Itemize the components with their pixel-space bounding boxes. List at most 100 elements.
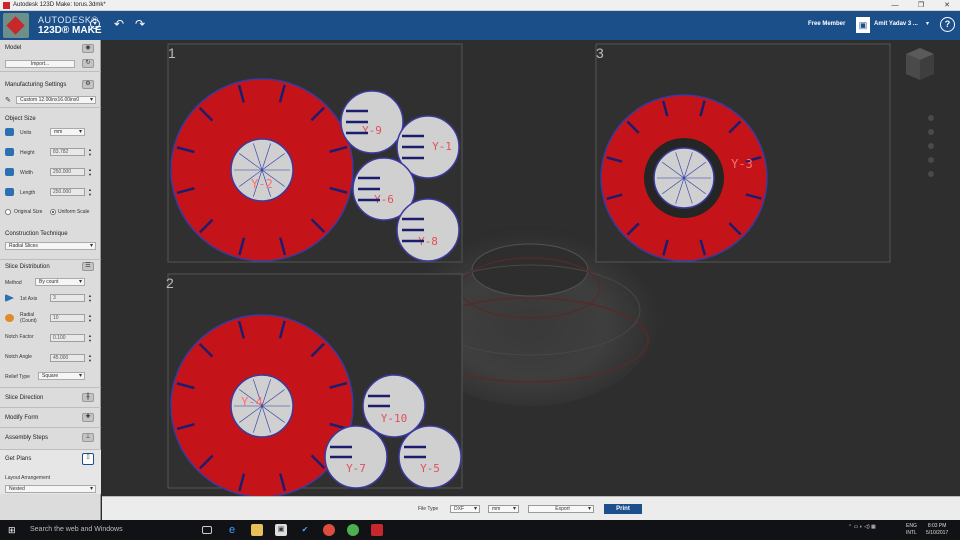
height-stepper[interactable]: ▲ ▼ — [87, 147, 93, 157]
import-button[interactable]: Import... — [5, 60, 75, 68]
layout-select[interactable]: Nested — [5, 485, 96, 493]
slice-label: Y-1 — [432, 140, 452, 153]
sheet-number: 2 — [166, 275, 174, 291]
section-title: Model — [5, 45, 22, 51]
slice-direction-icon[interactable]: ╫ — [82, 393, 94, 402]
slice-label: Y-5 — [420, 462, 440, 475]
original-size-radio[interactable] — [5, 209, 11, 215]
units-select[interactable]: mm — [50, 128, 85, 136]
axis-field[interactable]: 3 — [50, 294, 85, 302]
construction-title: Construction Technique — [5, 231, 68, 237]
notch-angle-field[interactable]: 45.000 — [50, 354, 85, 362]
modify-form-section[interactable]: Modify Form ✚ — [0, 408, 101, 428]
user-avatar-icon[interactable]: ▣ — [856, 17, 870, 33]
modify-form-icon[interactable]: ✚ — [82, 413, 94, 422]
edge-icon[interactable]: e — [226, 524, 238, 536]
method-label: Method — [5, 280, 22, 286]
slice-label: Y-3 — [731, 157, 753, 171]
axis-stepper[interactable]: ▲ ▼ — [87, 293, 93, 303]
nav-toolbar[interactable] — [928, 115, 934, 177]
windows-start-icon[interactable]: ⊞ — [8, 525, 18, 535]
locale-label: INTL — [906, 530, 917, 536]
redo-icon[interactable]: ↷ — [135, 17, 145, 31]
undo-icon[interactable]: ↶ — [114, 17, 124, 31]
sheet-2[interactable]: 2 Y-4 Y-10 Y-7 Y-5 — [166, 273, 463, 498]
construction-select[interactable]: Radial Slices — [5, 242, 96, 250]
pin-app-icon[interactable]: ✔ — [299, 524, 311, 536]
store-icon[interactable]: ▣ — [275, 524, 287, 536]
width-stepper[interactable]: ▲ ▼ — [87, 167, 93, 177]
export-button[interactable]: Export — [528, 505, 594, 513]
user-name[interactable]: Amit Yadav 3 ... — [874, 21, 918, 27]
slice-distribution-section: Slice Distribution ☰ Method By count 1st… — [0, 260, 101, 388]
green-app-icon[interactable] — [347, 524, 359, 536]
membership-label[interactable]: Free Member — [808, 21, 845, 27]
notch-factor-field[interactable]: 0.100 — [50, 334, 85, 342]
big-slice[interactable]: Y-4 — [170, 314, 354, 498]
pan-icon — [928, 115, 934, 121]
print-button[interactable]: Print — [604, 504, 642, 514]
file-type-select[interactable]: DXF — [450, 505, 480, 513]
notch-angle-label: Notch Angle — [5, 354, 32, 360]
minimize-button[interactable]: — — [882, 0, 908, 11]
viewport-canvas[interactable]: 1 Y-2 Y-9 Y-1 Y-6 Y-8 2 Y-4 Y-10 Y-7 Y-5… — [102, 40, 960, 498]
method-select[interactable]: By count — [35, 278, 85, 286]
pencil-icon[interactable]: ✎ — [5, 96, 11, 104]
eye-icon[interactable]: ◉ — [82, 44, 94, 53]
radial-field[interactable]: 10 — [50, 314, 85, 322]
radial-stepper[interactable]: ▲ ▼ — [87, 313, 93, 323]
height-icon — [5, 148, 14, 156]
list-icon[interactable]: ☰ — [82, 262, 94, 271]
tray-icons[interactable]: ⌃ ▭ ◐ ◁) ▦ — [848, 524, 876, 530]
close-button[interactable]: ✕ — [934, 0, 960, 11]
sheet-1[interactable]: 1 Y-2 Y-9 Y-1 Y-6 Y-8 — [167, 43, 463, 263]
taskbar-search[interactable]: Search the web and Windows — [30, 526, 123, 533]
assembly-icon[interactable]: ⊥ — [82, 433, 94, 442]
length-field[interactable]: 250.000 — [50, 188, 85, 196]
axis-icon — [5, 294, 14, 302]
slice-label: Y-9 — [362, 124, 382, 137]
sheet-3[interactable]: 3 Y-3 — [595, 43, 891, 263]
input-language[interactable]: ENG INTL — [906, 523, 917, 537]
home-icon — [928, 171, 934, 177]
assembly-section[interactable]: Assembly Steps ⊥ — [0, 428, 101, 450]
gear-icon[interactable]: ⚙ — [82, 80, 94, 89]
notch-factor-stepper[interactable]: ▲ ▼ — [87, 333, 93, 343]
viewport[interactable]: 1 Y-2 Y-9 Y-1 Y-6 Y-8 2 Y-4 Y-10 Y-7 Y-5… — [102, 40, 960, 498]
section-title: Slice Direction — [5, 395, 44, 401]
uniform-scale-radio[interactable] — [50, 209, 56, 215]
relief-type-label: Relief Type — [5, 374, 30, 380]
maximize-button[interactable]: ❐ — [908, 0, 934, 11]
windows-taskbar: ⊞ Search the web and Windows e ▣ ✔ ⌃ ▭ ◐… — [0, 520, 960, 540]
relief-type-select[interactable]: Square — [38, 372, 85, 380]
settings-sidebar: Model ◉ Import... ↻ Manufacturing Settin… — [0, 40, 101, 520]
help-button[interactable]: ? — [940, 17, 955, 32]
notch-factor-label: Notch Factor — [5, 334, 34, 340]
clock[interactable]: 8:03 PM 5/10/2017 — [926, 523, 948, 537]
folder-icon[interactable] — [251, 524, 263, 536]
user-dropdown-icon[interactable]: ▾ — [926, 20, 929, 27]
123d-make-taskbar-icon[interactable] — [371, 524, 383, 536]
length-stepper[interactable]: ▲ ▼ — [87, 187, 93, 197]
view-cube[interactable] — [906, 48, 934, 80]
section-title: Assembly Steps — [5, 435, 49, 441]
manufacturing-section: Manufacturing Settings ⚙ ✎ Custom 12.00i… — [0, 72, 101, 108]
length-label: Length — [20, 190, 36, 196]
sheet-select[interactable]: Custom 12.00inx16.00inx0 — [16, 96, 96, 104]
notch-angle-stepper[interactable]: ▲ ▼ — [87, 353, 93, 363]
slice-label: Y-7 — [346, 462, 366, 475]
plans-icon[interactable]: ▯ — [82, 453, 94, 465]
app-menu-button[interactable]: ▾ — [90, 19, 100, 29]
chrome-icon[interactable] — [323, 524, 335, 536]
refresh-icon[interactable]: ↻ — [82, 59, 94, 68]
original-size-label: Original Size — [14, 209, 43, 215]
section-title: Slice Distribution — [5, 264, 50, 270]
width-field[interactable]: 250.000 — [50, 168, 85, 176]
big-slice[interactable]: Y-3 — [600, 94, 768, 262]
unit-select[interactable]: mm — [488, 505, 519, 513]
window-title: Autodesk 123D Make: torus.3dmk* — [13, 2, 106, 8]
height-field[interactable]: 83.782 — [50, 148, 85, 156]
slice-direction-section[interactable]: Slice Direction ╫ — [0, 388, 101, 408]
big-slice[interactable]: Y-2 — [170, 78, 354, 262]
task-view-icon[interactable] — [202, 526, 212, 534]
